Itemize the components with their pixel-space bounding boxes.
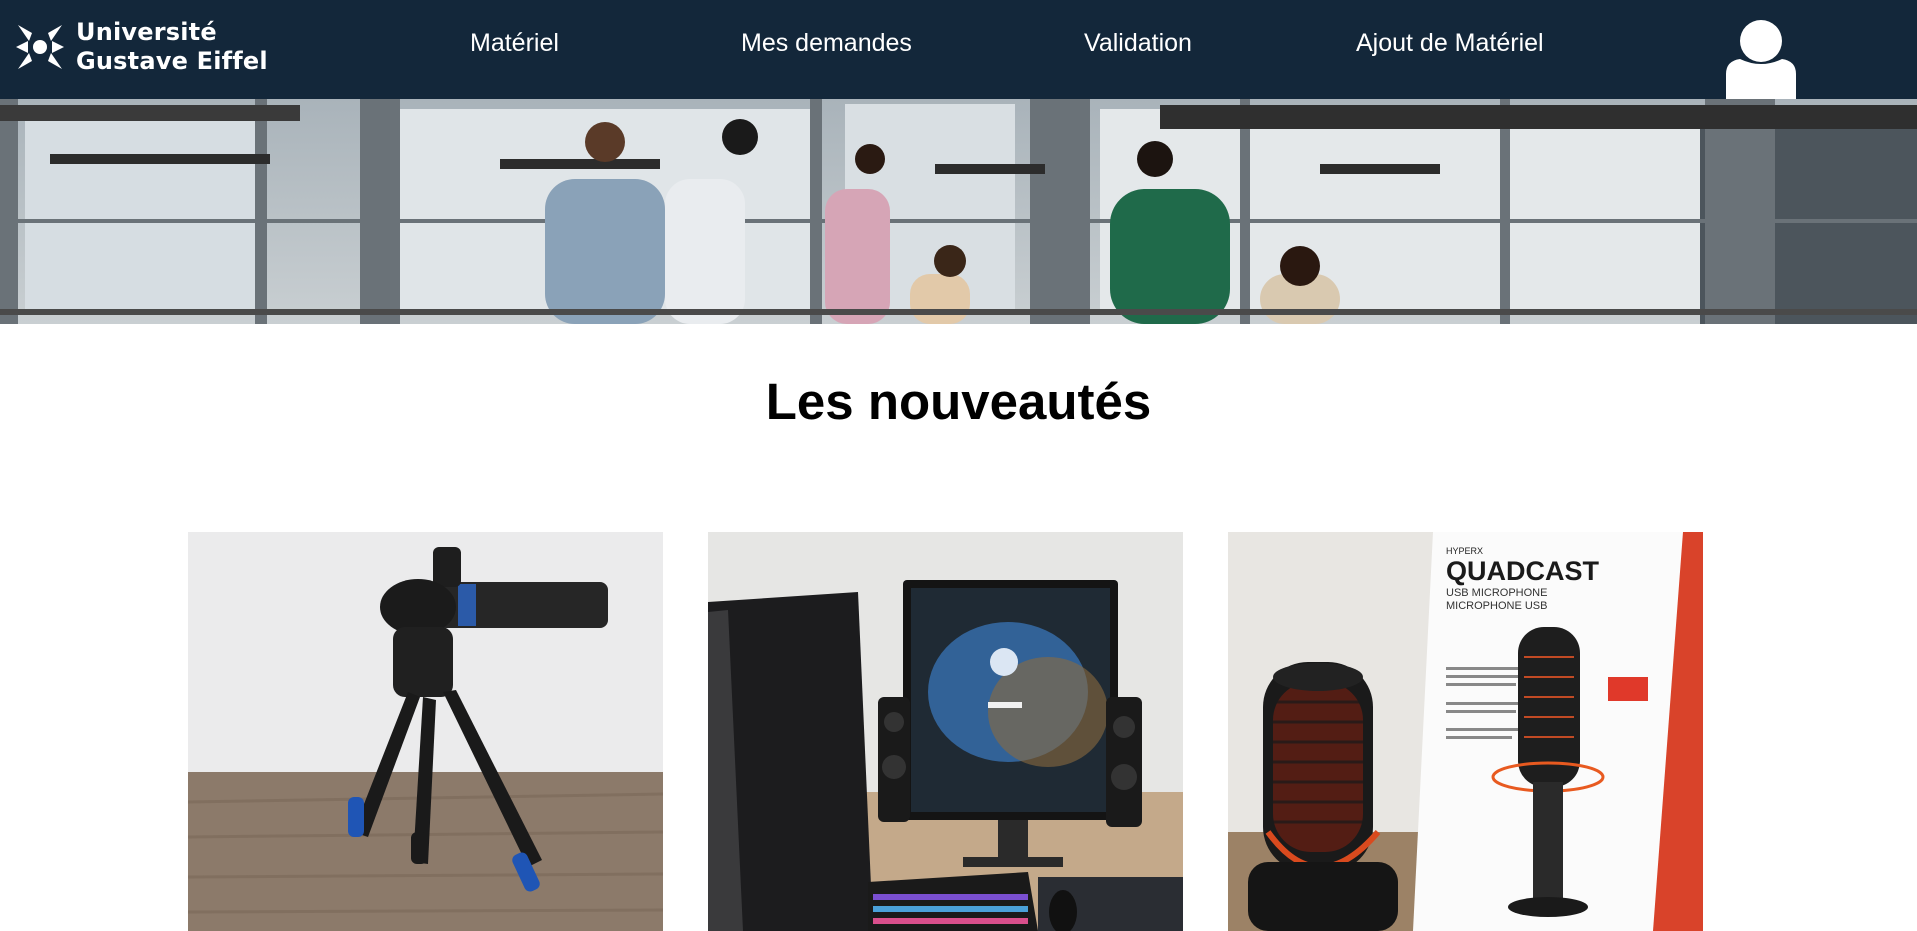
nav-link-ajout-materiel[interactable]: Ajout de Matériel [1356,28,1544,58]
user-avatar-icon[interactable] [1726,19,1796,99]
box-subtitle-text: USB MICROPHONE [1446,587,1547,599]
university-star-logo-icon [16,25,64,69]
logo-line-1: Université [76,18,217,46]
hero-banner-image [0,99,1917,324]
logo-text: Université Gustave Eiffel [76,18,268,76]
box-title-text: QUADCAST [1446,556,1600,586]
microphone-photo: HYPERX QUADCAST USB MICROPHONE MICROPHON… [1228,532,1703,931]
box-subtitle-fr-text: MICROPHONE USB [1446,600,1547,612]
box-brand-text: HYPERX [1446,546,1483,556]
nav-link-materiel[interactable]: Matériel [470,28,559,58]
product-card-desktop-computer[interactable] [708,532,1183,931]
tripod-photo [188,532,663,931]
logo-line-2: Gustave Eiffel [76,47,268,75]
section-title: Les nouveautés [765,373,1152,430]
nav-link-mes-demandes[interactable]: Mes demandes [741,28,912,58]
desktop-computer-photo [708,532,1183,931]
nav-link-validation[interactable]: Validation [1084,28,1192,58]
product-card-tripod[interactable] [188,532,663,931]
product-card-microphone[interactable]: HYPERX QUADCAST USB MICROPHONE MICROPHON… [1228,532,1703,931]
university-logo[interactable]: Université Gustave Eiffel [14,18,268,76]
top-navbar: Université Gustave Eiffel Matériel Mes d… [0,0,1917,99]
